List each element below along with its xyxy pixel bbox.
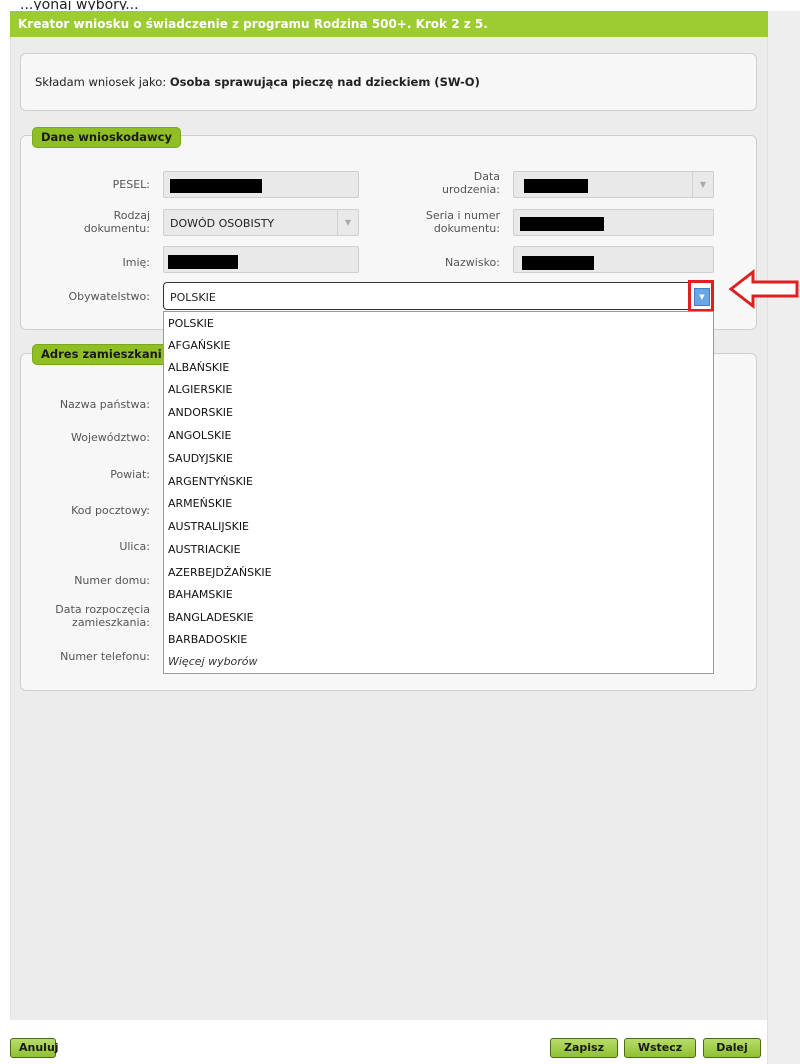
option-bangladeskie[interactable]: BANGLADESKIE bbox=[168, 607, 254, 629]
doc-type-label: Rodzaj dokumentu: bbox=[83, 209, 150, 235]
citizenship-select[interactable]: POLSKIE bbox=[163, 282, 714, 310]
birthdate-label: Data urodzenia: bbox=[442, 170, 500, 196]
doc-type-select[interactable]: DOWÓD OSOBISTY ▼ bbox=[163, 209, 359, 236]
country-label: Nazwa państwa: bbox=[59, 398, 150, 411]
street-label: Ulica: bbox=[119, 540, 150, 553]
postal-code-label: Kod pocztowy: bbox=[71, 504, 150, 517]
birthdate-field[interactable]: ▼ bbox=[513, 171, 714, 198]
option-algierskie[interactable]: ALGIERSKIE bbox=[168, 379, 232, 401]
applicant-section-legend: Dane wnioskodawcy bbox=[32, 127, 181, 148]
chevron-down-icon[interactable]: ▼ bbox=[337, 210, 358, 235]
redacted-value bbox=[524, 179, 588, 193]
county-label: Powiat: bbox=[110, 468, 150, 481]
top-cut-text: ...yonaj wybory... bbox=[20, 0, 139, 10]
redacted-value bbox=[168, 255, 238, 269]
citizenship-dropdown-list: POLSKIE AFGAŃSKIE ALBAŃSKIE ALGIERSKIE A… bbox=[163, 311, 714, 674]
option-armenskie[interactable]: ARMEŃSKIE bbox=[168, 493, 232, 515]
page-scrollbar[interactable] bbox=[767, 11, 800, 1064]
lastname-label: Nazwisko: bbox=[445, 256, 500, 269]
red-arrow-annotation bbox=[728, 268, 799, 310]
phone-label: Numer telefonu: bbox=[60, 650, 150, 663]
option-albanskie[interactable]: ALBAŃSKIE bbox=[168, 357, 229, 379]
applicant-role-text: Składam wniosek jako: Osoba sprawująca p… bbox=[35, 75, 480, 89]
option-australijskie[interactable]: AUSTRALIJSKIE bbox=[168, 516, 249, 538]
voivodeship-label: Województwo: bbox=[70, 431, 150, 444]
address-section-legend: Adres zamieszkani bbox=[32, 344, 182, 365]
option-angolskie[interactable]: ANGOLSKIE bbox=[168, 425, 231, 447]
lastname-field[interactable] bbox=[513, 246, 714, 273]
next-button[interactable]: Dalej bbox=[703, 1038, 761, 1058]
back-button[interactable]: Wstecz bbox=[624, 1038, 696, 1058]
citizenship-label: Obywatelstwo: bbox=[68, 290, 150, 303]
firstname-field[interactable] bbox=[163, 246, 359, 273]
chevron-down-icon: ▼ bbox=[694, 288, 710, 306]
citizenship-dropdown-button[interactable]: ▼ bbox=[688, 280, 714, 312]
option-austriackie[interactable]: AUSTRIACKIE bbox=[168, 539, 241, 561]
pesel-label: PESEL: bbox=[112, 178, 150, 191]
redacted-value bbox=[522, 256, 594, 270]
firstname-label: Imię: bbox=[122, 256, 151, 269]
more-options-link[interactable]: Więcej wyborów bbox=[168, 651, 258, 673]
doc-number-field[interactable] bbox=[513, 209, 714, 236]
redacted-value bbox=[170, 179, 262, 193]
wizard-title: Kreator wniosku o świadczenie z programu… bbox=[10, 11, 768, 37]
redacted-value bbox=[520, 217, 604, 231]
option-polskie[interactable]: POLSKIE bbox=[168, 313, 214, 335]
option-andorskie[interactable]: ANDORSKIE bbox=[168, 402, 233, 424]
option-argentynskie[interactable]: ARGENTYŃSKIE bbox=[168, 471, 253, 493]
option-azerbejdzanskie[interactable]: AZERBEJDŻAŃSKIE bbox=[168, 562, 272, 584]
applicant-role-panel: Składam wniosek jako: Osoba sprawująca p… bbox=[20, 53, 757, 111]
house-number-label: Numer domu: bbox=[74, 574, 150, 587]
pesel-field[interactable] bbox=[163, 171, 359, 198]
cancel-button[interactable]: Anuluj bbox=[10, 1038, 59, 1058]
option-saudyjskie[interactable]: SAUDYJSKIE bbox=[168, 448, 233, 470]
option-afganskie[interactable]: AFGAŃSKIE bbox=[168, 335, 231, 357]
chevron-down-icon[interactable]: ▼ bbox=[692, 172, 713, 197]
residence-start-label: Data rozpoczęcia zamieszkania: bbox=[55, 603, 150, 629]
option-barbadoskie[interactable]: BARBADOSKIE bbox=[168, 629, 247, 651]
save-button[interactable]: Zapisz bbox=[550, 1038, 618, 1058]
doc-number-label: Seria i numer dokumentu: bbox=[425, 209, 500, 235]
option-bahamskie[interactable]: BAHAMSKIE bbox=[168, 584, 233, 606]
